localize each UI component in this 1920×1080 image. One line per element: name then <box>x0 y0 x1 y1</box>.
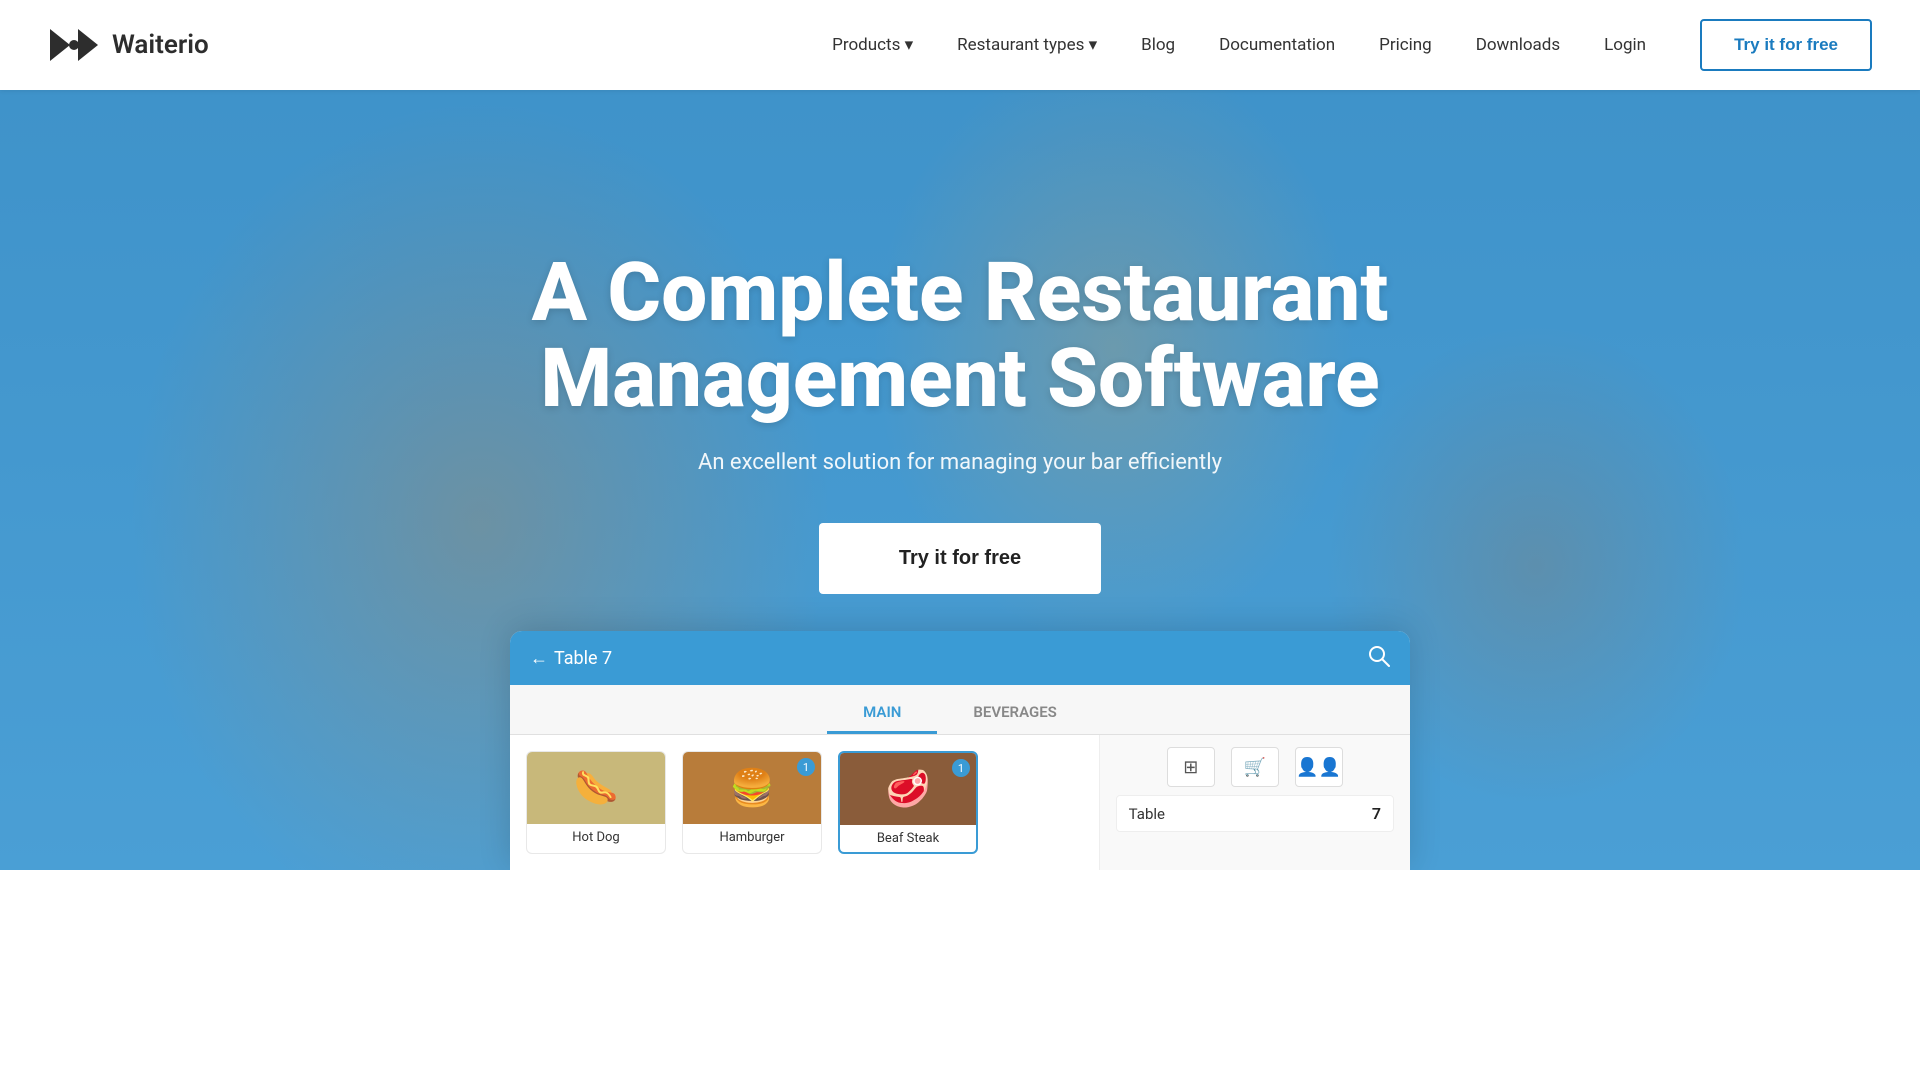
item-hamburger-label: Hamburger <box>715 824 788 851</box>
nav-cta-button[interactable]: Try it for free <box>1700 19 1872 71</box>
cart-icon[interactable]: 🛒 <box>1231 747 1279 787</box>
hero-cta-button[interactable]: Try it for free <box>819 523 1101 594</box>
nav-blog[interactable]: Blog <box>1119 35 1197 55</box>
table-label: Table <box>1129 805 1165 823</box>
app-bar-back[interactable]: ← Table 7 <box>530 648 612 669</box>
app-right-icons: ⊞ 🛒 👤👤 <box>1116 747 1394 787</box>
nav-products[interactable]: Products ▾ <box>810 35 935 55</box>
hero-section: A Complete Restaurant Management Softwar… <box>0 0 1920 870</box>
hero-content: A Complete Restaurant Management Softwar… <box>0 90 1920 594</box>
app-preview: ← Table 7 MAIN BEVERAGES <box>510 631 1410 870</box>
app-bar: ← Table 7 <box>510 631 1410 685</box>
item-beafsteak-label: Beaf Steak <box>873 825 943 852</box>
item-beafsteak-badge: 1 <box>952 759 970 777</box>
tab-main[interactable]: MAIN <box>827 693 937 734</box>
item-hotdog-img: 🌭 <box>527 752 665 824</box>
nav-pricing[interactable]: Pricing <box>1357 35 1454 55</box>
menu-item-beafsteak[interactable]: 1 🥩 Beaf Steak <box>838 751 978 854</box>
nav-login[interactable]: Login <box>1582 35 1668 55</box>
logo-icon <box>48 27 100 63</box>
logo[interactable]: Waiterio <box>48 27 209 63</box>
search-icon[interactable] <box>1368 645 1390 671</box>
logo-text: Waiterio <box>112 30 209 60</box>
app-bar-title: Table 7 <box>554 648 612 669</box>
people-icon[interactable]: 👤👤 <box>1295 747 1343 787</box>
table-number: 7 <box>1372 804 1381 823</box>
hero-title: A Complete Restaurant Management Softwar… <box>532 250 1389 422</box>
menu-item-hotdog[interactable]: 🌭 Hot Dog <box>526 751 666 854</box>
nav-links: Products ▾ Restaurant types ▾ Blog Docum… <box>810 35 1668 55</box>
app-left-items: 🌭 Hot Dog 1 🍔 Hamburger 1 🥩 Beaf Steak <box>510 735 1099 870</box>
table-info-row: Table 7 <box>1116 795 1394 832</box>
hero-subtitle: An excellent solution for managing your … <box>698 450 1222 475</box>
grid-icon[interactable]: ⊞ <box>1167 747 1215 787</box>
tab-beverages[interactable]: BEVERAGES <box>937 693 1092 734</box>
nav-documentation[interactable]: Documentation <box>1197 35 1357 55</box>
navbar: Waiterio Products ▾ Restaurant types ▾ B… <box>0 0 1920 90</box>
nav-restaurant-types[interactable]: Restaurant types ▾ <box>935 35 1119 55</box>
item-hotdog-label: Hot Dog <box>568 824 623 851</box>
app-items-row: 🌭 Hot Dog 1 🍔 Hamburger 1 🥩 Beaf Steak <box>510 735 1410 870</box>
app-right-panel: ⊞ 🛒 👤👤 Table 7 <box>1099 735 1410 870</box>
menu-item-hamburger[interactable]: 1 🍔 Hamburger <box>682 751 822 854</box>
item-hamburger-badge: 1 <box>797 758 815 776</box>
app-tabs: MAIN BEVERAGES <box>510 685 1410 735</box>
nav-downloads[interactable]: Downloads <box>1454 35 1582 55</box>
